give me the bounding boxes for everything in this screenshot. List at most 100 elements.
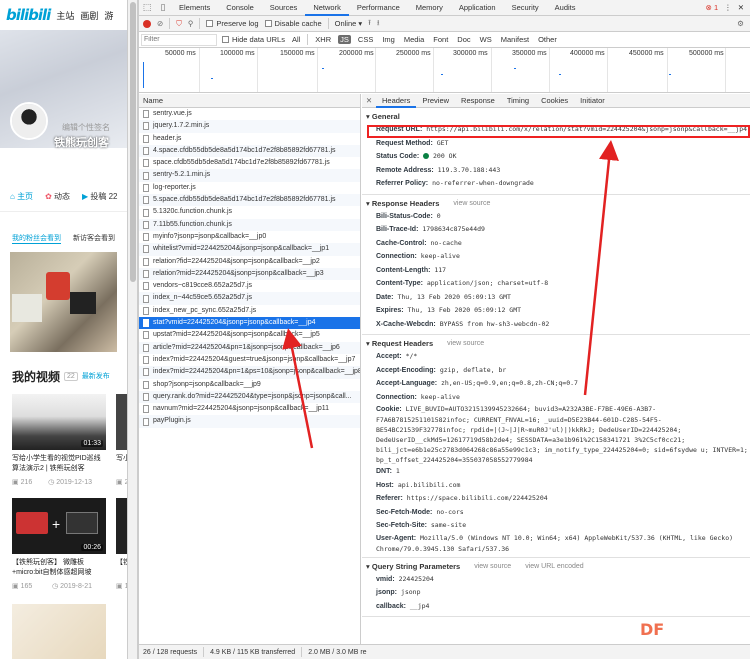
request-row[interactable]: index_new_pc_sync.652a25d7.js	[139, 305, 360, 317]
bilibili-logo[interactable]: bilibili	[6, 6, 51, 24]
view-url-encoded-link[interactable]: view URL encoded	[525, 563, 584, 570]
search-icon[interactable]: ⚲	[188, 19, 194, 28]
video-thumbnail[interactable]	[116, 394, 127, 450]
request-row[interactable]: navnum?mid=224425204&jsonp=jsonp&callbac…	[139, 403, 360, 415]
tab-security[interactable]: Security	[504, 0, 547, 16]
device-toggle-icon[interactable]: ▯	[155, 0, 171, 16]
tab-cookies[interactable]: Cookies	[535, 94, 574, 108]
request-row[interactable]: index?mid=224425204&guest=true&jsonp=jso…	[139, 354, 360, 366]
tab-elements[interactable]: Elements	[171, 0, 218, 16]
filter-css[interactable]: CSS	[356, 35, 375, 44]
request-row[interactable]: log-reporter.js	[139, 182, 360, 194]
tab-audits[interactable]: Audits	[547, 0, 584, 16]
request-row[interactable]: relation?mid=224425204&jsonp=jsonp&callb…	[139, 267, 360, 281]
tab-dynamic[interactable]: ✿ 动态	[45, 191, 70, 202]
preserve-log-checkbox[interactable]: Preserve log	[206, 19, 259, 28]
error-badge[interactable]: ⊗ 1	[706, 3, 719, 12]
tab-timing[interactable]: Timing	[501, 94, 535, 108]
request-row[interactable]: stat?vmid=224425204&jsonp=jsonp&callback…	[139, 317, 360, 330]
filter-input[interactable]	[141, 33, 217, 46]
response-headers-header[interactable]: ▾ Response Headers view source	[362, 195, 750, 210]
video-title[interactable]: 【铁熊玩创客】 微雕板+micro:bit自制体感超网坡	[12, 558, 106, 578]
video-thumbnail[interactable]	[12, 604, 106, 659]
tab-home[interactable]: ⌂ 主页	[10, 191, 33, 202]
tab-console[interactable]: Console	[218, 0, 262, 16]
nav-main[interactable]: 主站	[56, 9, 74, 22]
disable-cache-checkbox[interactable]: Disable cache	[264, 19, 322, 28]
tab-uploads[interactable]: ▶ 投稿 22	[82, 191, 118, 202]
request-row[interactable]: query.rank.do?mid=224425204&type=jsonp&j…	[139, 390, 360, 404]
request-row[interactable]: sentry.vue.js	[139, 108, 360, 120]
request-row[interactable]: relation?fid=224425204&jsonp=jsonp&callb…	[139, 256, 360, 268]
view-source-link[interactable]: view source	[447, 340, 484, 347]
nav-drama[interactable]: 画剧	[80, 9, 98, 22]
filter-font[interactable]: Font	[431, 35, 450, 44]
tab-response[interactable]: Response	[455, 94, 501, 108]
request-row[interactable]: vendors~c819cce8.652a25d7.js	[139, 280, 360, 292]
user-sign[interactable]: 编辑个性签名	[62, 122, 110, 133]
video-thumbnail[interactable]: 01:33	[12, 394, 106, 450]
request-row[interactable]: myinfo?jsonp=jsonp&callback=__jp0	[139, 231, 360, 243]
inspect-icon[interactable]: ⬚	[139, 0, 155, 16]
tab-initiator[interactable]: Initiator	[574, 94, 611, 108]
filter-xhr[interactable]: XHR	[313, 35, 333, 44]
view-source-link[interactable]: view source	[474, 563, 511, 570]
more-menu-icon[interactable]: ⋮	[724, 3, 732, 12]
request-row[interactable]: shop?jsonp=jsonp&callback=__jp9	[139, 379, 360, 391]
video-thumbnail[interactable]: + 00:26	[12, 498, 106, 554]
query-params-header[interactable]: ▾ Query String Parameters view source view…	[362, 558, 750, 573]
request-row[interactable]: 5.space.cfdb55db5de8a5d174bc1d7e2f8b8589…	[139, 194, 360, 207]
request-row[interactable]: index_n~44c59ce5.652a25d7.js	[139, 292, 360, 305]
close-icon[interactable]: ✕	[738, 3, 744, 12]
general-header[interactable]: ▾ General	[362, 108, 750, 123]
request-row[interactable]: sentry-5.2.1.min.js	[139, 169, 360, 182]
record-icon[interactable]	[143, 19, 151, 28]
request-row[interactable]: whitelist?vmid=224425204&jsonp=jsonp&cal…	[139, 243, 360, 256]
request-row[interactable]: jquery.1.7.2.min.js	[139, 120, 360, 133]
import-icon[interactable]: ⭱	[368, 17, 371, 30]
filter-other[interactable]: Other	[536, 35, 559, 44]
request-row[interactable]: header.js	[139, 133, 360, 145]
request-headers-header[interactable]: ▾ Request Headers view source	[362, 335, 750, 350]
filter-js[interactable]: JS	[338, 35, 351, 44]
video-title[interactable]: 【铁...能台...	[116, 558, 127, 578]
video-card[interactable]: 写小... ▣ 2	[116, 394, 127, 486]
video-thumbnail[interactable]	[116, 498, 127, 554]
tab-network[interactable]: Network	[305, 0, 349, 16]
request-row[interactable]: upstat?mid=224425204&jsonp=jsonp&callbac…	[139, 329, 360, 341]
filter-doc[interactable]: Doc	[455, 35, 472, 44]
filter-all[interactable]: All	[290, 35, 302, 44]
tab-visitors-see[interactable]: 新访客会看到	[73, 233, 115, 243]
nav-game[interactable]: 游	[104, 9, 113, 22]
tab-memory[interactable]: Memory	[408, 0, 451, 16]
close-icon[interactable]: ✕	[362, 96, 376, 105]
tab-sources[interactable]: Sources	[262, 0, 306, 16]
request-row[interactable]: 5.1320c.function.chunk.js	[139, 206, 360, 218]
tab-performance[interactable]: Performance	[349, 0, 408, 16]
video-card[interactable]: + 00:26 【铁熊玩创客】 微雕板+micro:bit自制体感超网坡 ▣ 1…	[12, 498, 106, 590]
view-source-link[interactable]: view source	[453, 200, 490, 207]
request-row[interactable]: 7.11b55.function.chunk.js	[139, 218, 360, 231]
clear-icon[interactable]: ⊘	[157, 19, 163, 28]
video-card[interactable]: 【铁...能台... ▣ 1	[116, 498, 127, 590]
filter-img[interactable]: Img	[380, 35, 397, 44]
export-icon[interactable]: ⭳	[377, 17, 380, 30]
request-row[interactable]: space.cfdb55db5de8a5d174bc1d7e2f8b85892f…	[139, 157, 360, 169]
settings-gear-icon[interactable]: ⚙	[737, 19, 744, 28]
hide-data-urls-checkbox[interactable]: Hide data URLs	[222, 35, 285, 44]
filter-manifest[interactable]: Manifest	[499, 35, 531, 44]
video-title[interactable]: 写小...	[116, 454, 127, 474]
video-card[interactable]	[12, 604, 106, 659]
video-title[interactable]: 写给小学生看的视觉PID巡线算法演示2 | 铁熊玩创客	[12, 454, 106, 474]
tab-fans-see[interactable]: 我的粉丝会看到	[12, 233, 61, 244]
tab-headers[interactable]: Headers	[376, 94, 417, 108]
tab-application[interactable]: Application	[451, 0, 504, 16]
filter-ws[interactable]: WS	[478, 35, 494, 44]
featured-video[interactable]	[10, 252, 117, 352]
video-card[interactable]: 01:33 写给小学生看的视觉PID巡线算法演示2 | 铁熊玩创客 ▣ 216 …	[12, 394, 106, 486]
filter-media[interactable]: Media	[402, 35, 426, 44]
avatar[interactable]	[10, 102, 48, 140]
column-name-header[interactable]: Name	[139, 94, 360, 108]
throttle-select[interactable]: Online ▾	[335, 19, 363, 28]
request-row[interactable]: payPlugin.js	[139, 415, 360, 428]
